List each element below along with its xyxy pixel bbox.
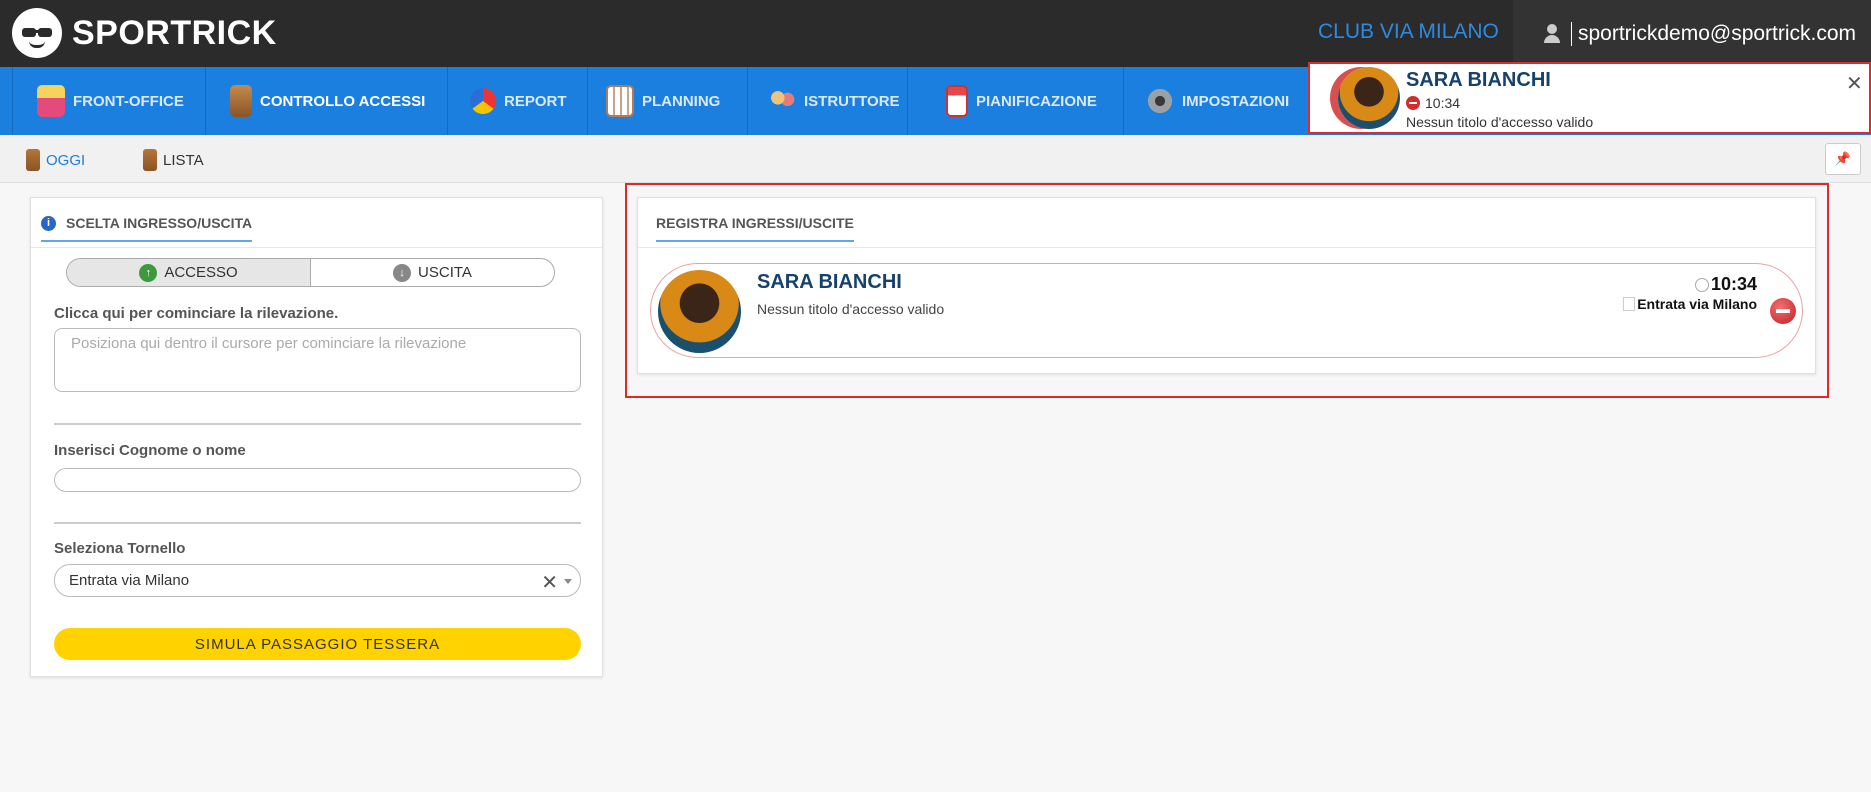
panel-title-text: REGISTRA INGRESSI/USCITE: [656, 215, 854, 231]
close-icon[interactable]: ✕: [1846, 71, 1863, 96]
access-button[interactable]: ↑ ACCESSO: [67, 259, 311, 286]
search-label: Inserisci Cognome o nome: [54, 442, 246, 459]
nav-item-report[interactable]: REPORT: [447, 67, 587, 135]
access-record[interactable]: SARA BIANCHI Nessun titolo d'accesso val…: [650, 263, 1803, 358]
notification-name: SARA BIANCHI: [1406, 69, 1551, 91]
notification-time-value: 10:34: [1425, 95, 1461, 111]
divider: [54, 522, 581, 524]
panel-title: i SCELTA INGRESSO/USCITA: [41, 215, 253, 242]
gear-icon: [1146, 87, 1174, 115]
pin-icon[interactable]: 📌: [1825, 143, 1861, 175]
subnav-label: OGGI: [46, 151, 86, 169]
nav-item-label: REPORT: [504, 92, 567, 110]
chevron-down-icon[interactable]: [564, 579, 572, 584]
divider: [54, 423, 581, 425]
subnav-label: LISTA: [163, 151, 204, 169]
clear-icon[interactable]: ✕: [541, 570, 558, 595]
record-time: 10:34: [1694, 274, 1757, 295]
nav-item-planning[interactable]: PLANNING: [587, 67, 747, 135]
door-icon: [26, 149, 40, 171]
record-name: SARA BIANCHI: [757, 271, 902, 293]
record-place: Entrata via Milano: [1623, 296, 1757, 312]
notification-message: Nessun titolo d'accesso valido: [1406, 114, 1594, 130]
notification-time: 10:34: [1406, 95, 1460, 111]
search-input[interactable]: [54, 468, 581, 492]
click-label: Clicca qui per cominciare la rilevazione…: [54, 305, 339, 322]
access-exit-toggle: ↑ ACCESSO ↓ USCITA: [66, 258, 555, 287]
door-access-icon: [230, 85, 252, 117]
nav-item-impostazioni[interactable]: IMPOSTAZIONI: [1123, 67, 1313, 135]
user-icon: [1543, 23, 1561, 44]
nav-item-label: FRONT-OFFICE: [73, 92, 184, 110]
nav-item-label: PIANIFICAZIONE: [976, 92, 1097, 110]
exit-button[interactable]: ↓ USCITA: [311, 259, 554, 286]
user-separator: [1571, 21, 1572, 46]
nav-item-label: PLANNING: [642, 92, 721, 110]
subnav-item-lista[interactable]: LISTA: [143, 149, 204, 171]
entry-exit-panel: i SCELTA INGRESSO/USCITA ↑ ACCESSO ↓ USC…: [30, 197, 603, 677]
panel-header: i SCELTA INGRESSO/USCITA: [31, 198, 602, 248]
instructors-icon: [768, 85, 796, 117]
club-selector[interactable]: CLUB VIA MILANO: [1318, 20, 1499, 44]
turnstile-select[interactable]: Entrata via Milano ✕: [54, 564, 581, 597]
access-label: ACCESSO: [164, 264, 238, 281]
turnstile-value: Entrata via Milano: [69, 572, 190, 589]
nav-item-label: IMPOSTAZIONI: [1182, 92, 1290, 110]
panel-title-text: SCELTA INGRESSO/USCITA: [66, 215, 253, 231]
calendar-grid-icon: [606, 85, 634, 117]
nav-item-front-office[interactable]: FRONT-OFFICE: [12, 67, 205, 135]
stop-icon: [1406, 96, 1420, 110]
simulate-card-button[interactable]: SIMULA PASSAGGIO TESSERA: [54, 628, 581, 660]
door-list-icon: [143, 149, 157, 171]
pie-chart-icon: [470, 88, 496, 114]
avatar: [1338, 67, 1400, 129]
subnav-item-oggi[interactable]: OGGI: [26, 149, 85, 171]
user-email: sportrickdemo@sportrick.com: [1578, 21, 1857, 45]
register-panel: REGISTRA INGRESSI/USCITE SARA BIANCHI Ne…: [637, 197, 1816, 374]
stop-icon[interactable]: [1770, 298, 1796, 324]
top-bar: SPORTRICK CLUB VIA MILANO sportrickdemo@…: [0, 0, 1871, 67]
front-office-person-icon: [37, 85, 65, 117]
clock-icon: [1694, 277, 1709, 292]
user-menu[interactable]: sportrickdemo@sportrick.com: [1513, 0, 1871, 67]
sub-nav: OGGI LISTA: [0, 135, 1871, 183]
calendar-icon: [946, 85, 968, 117]
record-place-value: Entrata via Milano: [1637, 296, 1757, 312]
brand-logo[interactable]: SPORTRICK: [12, 8, 277, 58]
capture-textarea[interactable]: Posiziona qui dentro il cursore per comi…: [54, 328, 581, 392]
nav-item-istruttore[interactable]: ISTRUTTORE: [747, 67, 907, 135]
nav-item-pianificazione[interactable]: PIANIFICAZIONE: [907, 67, 1123, 135]
document-icon: [1623, 297, 1636, 311]
arrow-up-icon: ↑: [139, 263, 158, 282]
exit-label: USCITA: [418, 264, 472, 281]
nav-item-label: ISTRUTTORE: [804, 92, 900, 110]
access-notification[interactable]: SARA BIANCHI 10:34 Nessun titolo d'acces…: [1310, 63, 1871, 133]
logo-face-icon: [12, 8, 62, 58]
turnstile-label: Seleziona Tornello: [54, 540, 186, 557]
nav-item-label: CONTROLLO ACCESSI: [260, 92, 426, 110]
avatar: [658, 270, 741, 353]
panel-header: REGISTRA INGRESSI/USCITE: [638, 198, 1815, 248]
arrow-down-icon: ↓: [393, 263, 412, 282]
record-message: Nessun titolo d'accesso valido: [757, 301, 945, 317]
nav-item-controllo-accessi[interactable]: CONTROLLO ACCESSI: [205, 67, 447, 135]
record-time-value: 10:34: [1710, 274, 1757, 294]
brand-name: SPORTRICK: [72, 13, 277, 52]
info-icon: i: [41, 215, 56, 231]
panel-title: REGISTRA INGRESSI/USCITE: [656, 215, 854, 242]
